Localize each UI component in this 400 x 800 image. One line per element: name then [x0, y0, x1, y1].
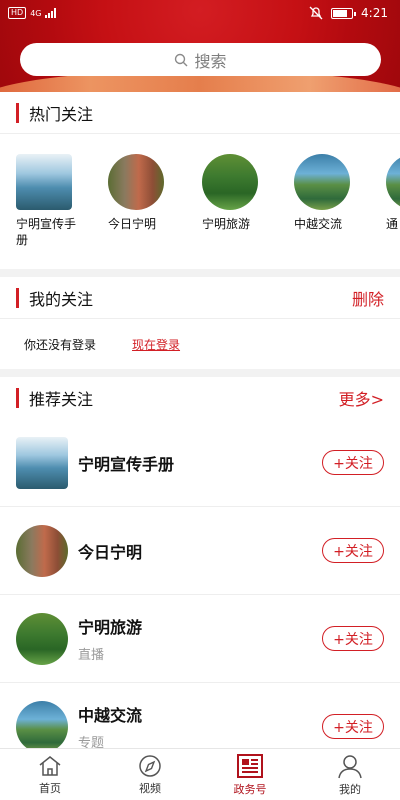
list-item[interactable]: 宁明宣传手册 +关注 — [0, 419, 400, 507]
hot-item-label: 今日宁明 — [108, 217, 157, 231]
nav-label: 我的 — [339, 782, 361, 796]
hot-item-book[interactable]: 宁明宣传手册 — [16, 154, 86, 248]
item-name: 宁明旅游 — [78, 618, 143, 637]
hot-item-tourism[interactable]: 宁明旅游 — [202, 154, 272, 232]
bottom-nav: 首页 视频 政务号 我的 — [0, 748, 400, 800]
list-item[interactable]: 中越交流 专题 +关注 — [0, 683, 400, 748]
search-icon — [175, 53, 188, 66]
hot-list: 宁明宣传手册 今日宁明 宁明旅游 中越交流 通 — [0, 134, 400, 269]
hot-item-partial[interactable]: 通 — [386, 154, 400, 232]
item-subtitle: 直播 — [78, 648, 105, 663]
follow-button[interactable]: +关注 — [322, 538, 384, 563]
app-header: HD 4G 4:21 搜索 — [0, 0, 400, 92]
nav-me[interactable]: 我的 — [300, 749, 400, 800]
cliff-photo-icon — [108, 154, 164, 210]
nav-video[interactable]: 视频 — [100, 749, 200, 800]
book-cover-icon — [16, 436, 68, 489]
login-prompt: 你还没有登录 现在登录 — [0, 319, 400, 369]
hot-title: 热门关注 — [29, 104, 94, 124]
hot-title-row: 热门关注 — [0, 92, 400, 134]
hot-item-label: 中越交流 — [294, 217, 343, 231]
hot-item-exchange[interactable]: 中越交流 — [294, 154, 364, 232]
battery-icon — [331, 7, 357, 19]
hd-badge: HD — [8, 7, 27, 19]
item-subtitle: 专题 — [78, 736, 105, 748]
green-hills-icon — [202, 154, 258, 210]
status-bar: HD 4G 4:21 — [8, 4, 388, 22]
home-icon — [39, 755, 61, 776]
my-follow-title: 我的关注 — [29, 289, 94, 309]
lake-photo-icon — [16, 700, 68, 748]
item-name: 今日宁明 — [78, 542, 143, 562]
lake-photo-icon — [294, 154, 350, 210]
hot-item-label: 通 — [386, 217, 399, 231]
signal-icon — [45, 8, 57, 18]
hot-section: 热门关注 宁明宣传手册 今日宁明 宁明旅游 中越交流 通 — [0, 92, 400, 269]
photo-icon — [386, 154, 400, 210]
hot-item-label: 宁明宣传手册 — [16, 217, 77, 247]
compass-icon — [139, 754, 161, 777]
cliff-photo-icon — [16, 524, 68, 577]
recommend-title-row: 推荐关注 更多> — [0, 377, 400, 419]
news-icon — [237, 753, 263, 778]
mute-icon — [309, 6, 323, 20]
status-time: 4:21 — [361, 6, 388, 20]
nav-home[interactable]: 首页 — [0, 749, 100, 800]
user-icon — [338, 754, 362, 778]
item-name: 宁明宣传手册 — [78, 454, 175, 474]
nav-label: 首页 — [39, 781, 61, 795]
my-follow-section: 我的关注 删除 你还没有登录 现在登录 — [0, 277, 400, 369]
green-hills-icon — [16, 612, 68, 665]
list-item[interactable]: 宁明旅游 直播 +关注 — [0, 595, 400, 683]
status-left: HD 4G — [8, 7, 57, 19]
nav-label: 政务号 — [233, 782, 267, 796]
follow-button[interactable]: +关注 — [322, 714, 384, 739]
list-item[interactable]: 今日宁明 +关注 — [0, 507, 400, 595]
title-accent-bar — [16, 102, 19, 123]
nav-gov[interactable]: 政务号 — [200, 749, 300, 800]
title-accent-bar — [16, 388, 19, 408]
delete-button[interactable]: 删除 — [352, 286, 384, 310]
search-placeholder: 搜索 — [194, 51, 227, 71]
book-cover-icon — [16, 154, 72, 210]
not-logged-text: 你还没有登录 — [24, 337, 97, 352]
hot-item-today[interactable]: 今日宁明 — [108, 154, 178, 232]
recommend-section: 推荐关注 更多> 宁明宣传手册 +关注 今日宁明 +关注 宁明旅游 直播 +关注… — [0, 377, 400, 748]
hot-item-label: 宁明旅游 — [202, 217, 251, 231]
network-label: 4G — [30, 8, 42, 18]
search-bar[interactable]: 搜索 — [20, 43, 381, 76]
item-name: 中越交流 — [78, 706, 143, 725]
recommend-title: 推荐关注 — [29, 390, 94, 409]
follow-button[interactable]: +关注 — [322, 450, 384, 475]
title-accent-bar — [16, 287, 19, 308]
login-link[interactable]: 现在登录 — [132, 336, 180, 353]
status-right: 4:21 — [309, 6, 388, 20]
nav-label: 视频 — [139, 781, 161, 795]
my-follow-title-row: 我的关注 删除 — [0, 277, 400, 319]
more-link[interactable]: 更多> — [339, 386, 384, 410]
follow-button[interactable]: +关注 — [322, 626, 384, 651]
